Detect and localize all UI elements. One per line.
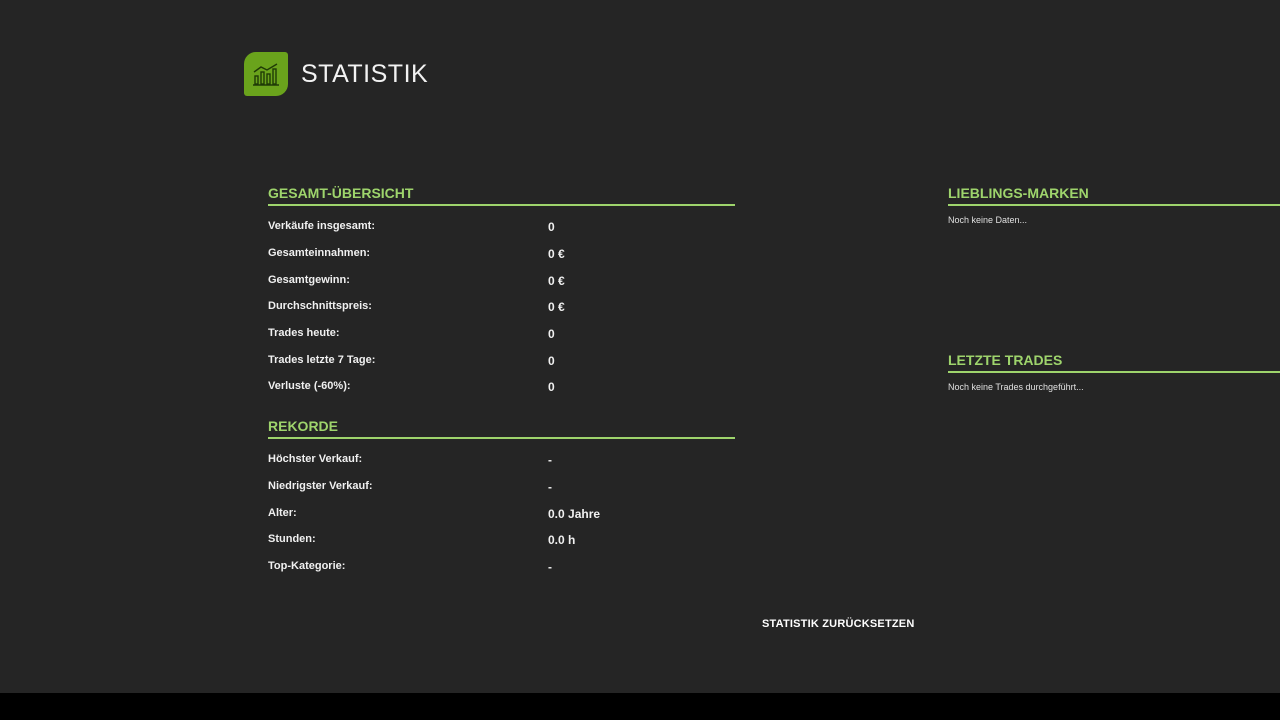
stat-value: 0 € [548,247,565,261]
stat-value: 0 [548,380,555,394]
stat-value: 0 [548,220,555,234]
record-value: 0.0 Jahre [548,507,601,521]
header: STATISTIK [244,52,428,96]
overview-rows: Verkäufe insgesamt: 0 Gesamteinnahmen: 0… [268,220,735,400]
stat-value: 0 [548,327,555,341]
stat-label: Verkäufe insgesamt: [268,220,375,232]
record-value: - [548,560,552,574]
reset-statistics-button[interactable]: STATISTIK ZURÜCKSETZEN [758,616,919,632]
overview-section: GESAMT-ÜBERSICHT [268,185,735,206]
record-label: Top-Kategorie: [268,560,346,572]
favorite-brands-section: LIEBLINGS-MARKEN Noch keine Daten... [948,185,1280,225]
bottom-bar [0,693,1280,720]
stat-label: Gesamtgewinn: [268,274,350,286]
record-label: Stunden: [268,533,316,545]
section-title-overview: GESAMT-ÜBERSICHT [268,185,735,206]
record-value: - [548,480,552,494]
stat-label: Trades letzte 7 Tage: [268,354,376,366]
bar-chart-icon [244,52,288,96]
stat-value: 0 [548,354,555,368]
stat-label: Durchschnittspreis: [268,300,372,312]
record-value: 0.0 h [548,533,576,547]
section-title-recent-trades: LETZTE TRADES [948,352,1280,373]
favorite-brands-empty-text: Noch keine Daten... [948,215,1028,225]
record-label: Höchster Verkauf: [268,453,363,465]
statistics-screen: STATISTIK GESAMT-ÜBERSICHT Verkäufe insg… [0,0,1280,693]
stat-label: Verluste (-60%): [268,380,351,392]
record-label: Alter: [268,507,297,519]
records-rows: Höchster Verkauf: - Niedrigster Verkauf:… [268,453,735,583]
record-label: Niedrigster Verkauf: [268,480,373,492]
record-value: - [548,453,552,467]
section-title-favorite-brands: LIEBLINGS-MARKEN [948,185,1280,206]
stat-value: 0 € [548,274,565,288]
recent-trades-section: LETZTE TRADES Noch keine Trades durchgef… [948,352,1280,392]
records-section: REKORDE [268,418,735,439]
stat-label: Gesamteinnahmen: [268,247,371,259]
stat-label: Trades heute: [268,327,340,339]
recent-trades-empty-text: Noch keine Trades durchgeführt... [948,382,1084,392]
page-title: STATISTIK [301,59,429,88]
stat-value: 0 € [548,300,565,314]
section-title-records: REKORDE [268,418,735,439]
